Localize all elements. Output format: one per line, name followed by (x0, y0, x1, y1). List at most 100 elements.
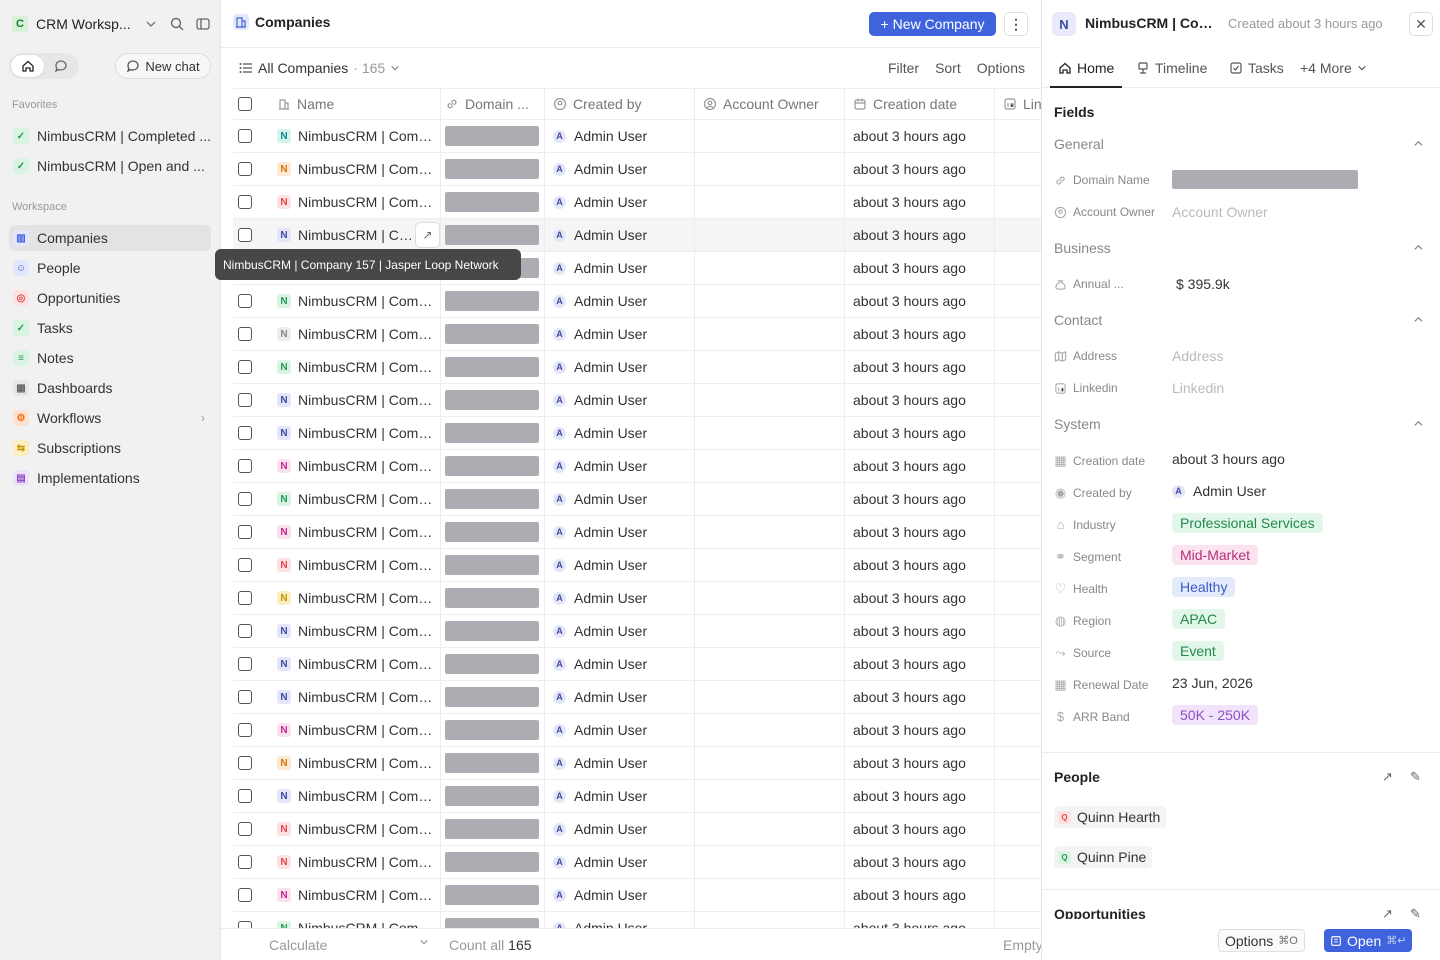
company-name-cell[interactable]: N NimbusCRM | Compan... (269, 780, 441, 812)
account-owner-cell[interactable] (695, 450, 845, 482)
row-checkbox[interactable] (238, 624, 252, 638)
group-general[interactable]: General (1054, 136, 1104, 152)
row-checkbox[interactable] (238, 327, 252, 341)
domain-cell[interactable] (441, 417, 545, 449)
column-header-linkedin[interactable]: Lin (995, 89, 1041, 119)
company-name-cell[interactable]: N NimbusCRM | Compan... (269, 549, 441, 581)
company-name-cell[interactable]: N NimbusCRM | Compan... (269, 153, 441, 185)
group-business[interactable]: Business (1054, 240, 1111, 256)
creation-date-cell[interactable]: about 3 hours ago (845, 780, 995, 812)
created-by-cell[interactable]: A Admin User (545, 681, 695, 713)
domain-cell[interactable] (441, 483, 545, 515)
account-owner-cell[interactable] (695, 549, 845, 581)
company-name-cell[interactable]: N NimbusCRM | Compan... (269, 186, 441, 218)
domain-cell[interactable] (441, 219, 545, 251)
table-row[interactable]: N NimbusCRM | Compan... A Admin User about 3… (233, 813, 1041, 846)
creation-date-cell[interactable]: about 3 hours ago (845, 120, 995, 152)
row-checkbox[interactable] (238, 294, 252, 308)
creation-date-cell[interactable]: about 3 hours ago (845, 252, 995, 284)
row-checkbox[interactable] (238, 690, 252, 704)
row-checkbox[interactable] (238, 789, 252, 803)
linkedin-cell[interactable] (995, 450, 1041, 482)
chat-bubble-icon[interactable] (44, 55, 77, 77)
created-by-cell[interactable]: A Admin User (545, 153, 695, 185)
creation-date-cell[interactable]: about 3 hours ago (845, 747, 995, 779)
company-name-cell[interactable]: N NimbusCRM | Compan... (269, 912, 441, 928)
created-by-cell[interactable]: A Admin User (545, 351, 695, 383)
creation-date-cell[interactable]: about 3 hours ago (845, 582, 995, 614)
company-name-cell[interactable]: N NimbusCRM | Compan... (269, 120, 441, 152)
created-by-cell[interactable]: A Admin User (545, 252, 695, 284)
domain-cell[interactable] (441, 714, 545, 746)
domain-cell[interactable] (441, 516, 545, 548)
calculate-dropdown[interactable]: Calculate (269, 937, 327, 953)
more-options-icon[interactable]: ⋮ (1004, 12, 1028, 36)
account-owner-cell[interactable] (695, 186, 845, 218)
linkedin-cell[interactable] (995, 681, 1041, 713)
created-by-cell[interactable]: A Admin User (545, 318, 695, 350)
created-by-cell[interactable]: A Admin User (545, 219, 695, 251)
segment-value[interactable]: Mid-Market (1172, 545, 1259, 565)
company-name-cell[interactable]: N NimbusCRM | Compan... (269, 483, 441, 515)
table-row[interactable]: N NimbusCRM | Compan... A Admin User about 3… (233, 747, 1041, 780)
close-icon[interactable]: ✕ (1409, 12, 1433, 36)
creation-date-cell[interactable]: about 3 hours ago (845, 516, 995, 548)
chevron-down-icon[interactable] (419, 937, 429, 947)
sidebar-item-notes[interactable]: ≡ Notes (9, 345, 211, 371)
table-row[interactable]: N NimbusCRM | Compan... A Admin User about 3… (233, 450, 1041, 483)
column-header-account-owner[interactable]: Account Owner (695, 89, 845, 119)
domain-value[interactable] (1172, 170, 1358, 189)
creation-date-cell[interactable]: about 3 hours ago (845, 153, 995, 185)
company-name-cell[interactable]: N NimbusCRM | Compan... (269, 747, 441, 779)
sidebar-item-tasks[interactable]: ✓ Tasks (9, 315, 211, 341)
empty-aggregate[interactable]: Empty (1003, 937, 1043, 953)
company-name-cell[interactable]: N NimbusCRM | Compan... (269, 681, 441, 713)
options-button[interactable]: Options (977, 60, 1025, 76)
created-by-cell[interactable]: A Admin User (545, 549, 695, 581)
tab-home[interactable]: Home (1058, 60, 1114, 76)
created-by-cell[interactable]: A Admin User (545, 120, 695, 152)
chevron-right-icon[interactable]: › (201, 411, 205, 425)
domain-cell[interactable] (441, 582, 545, 614)
account-owner-cell[interactable] (695, 285, 845, 317)
linkedin-cell[interactable] (995, 351, 1041, 383)
table-row[interactable]: N NimbusCRM | Compan... A Admin User about 3… (233, 153, 1041, 186)
account-owner-cell[interactable] (695, 417, 845, 449)
row-checkbox[interactable] (238, 888, 252, 902)
table-row[interactable]: N NimbusCRM | Compan... A Admin User about 3… (233, 879, 1041, 912)
favorite-item[interactable]: ✓ NimbusCRM | Open and ... (9, 153, 211, 179)
domain-cell[interactable] (441, 879, 545, 911)
domain-cell[interactable] (441, 120, 545, 152)
table-row[interactable]: N NimbusCRM | Com ↗ A Admin User about 3 hour… (233, 219, 1041, 252)
linkedin-cell[interactable] (995, 120, 1041, 152)
pencil-icon[interactable]: ✎ (1410, 769, 1421, 785)
created-by-cell[interactable]: A Admin User (545, 516, 695, 548)
chevron-down-icon[interactable] (142, 15, 160, 33)
company-name-cell[interactable]: N NimbusCRM | Compan... (269, 285, 441, 317)
account-owner-cell[interactable] (695, 351, 845, 383)
linkedin-cell[interactable] (995, 813, 1041, 845)
created-by-cell[interactable]: A Admin User (545, 780, 695, 812)
column-header-creation-date[interactable]: Creation date (845, 89, 995, 119)
account-owner-cell[interactable] (695, 747, 845, 779)
created-by-cell[interactable]: A Admin User (545, 450, 695, 482)
linkedin-cell[interactable] (995, 747, 1041, 779)
table-row[interactable]: N NimbusCRM | Compan... A Admin User about 3… (233, 714, 1041, 747)
created-by-value[interactable]: A Admin User (1172, 483, 1266, 499)
count-all[interactable]: Count all 165 (449, 937, 532, 953)
sidebar-item-dashboards[interactable]: ▦ Dashboards (9, 375, 211, 401)
domain-cell[interactable] (441, 813, 545, 845)
row-checkbox[interactable] (238, 756, 252, 770)
creation-date-cell[interactable]: about 3 hours ago (845, 450, 995, 482)
record-title[interactable]: NimbusCRM | Com... (1085, 15, 1217, 31)
row-checkbox[interactable] (238, 492, 252, 506)
table-row[interactable]: N NimbusCRM | Compan... A Admin User about 3… (233, 417, 1041, 450)
creation-date-cell[interactable]: about 3 hours ago (845, 912, 995, 928)
creation-date-cell[interactable]: about 3 hours ago (845, 285, 995, 317)
source-value[interactable]: Event (1172, 641, 1224, 661)
chevron-up-icon[interactable] (1413, 314, 1424, 325)
linkedin-cell[interactable] (995, 648, 1041, 680)
row-checkbox[interactable] (238, 855, 252, 869)
domain-cell[interactable] (441, 351, 545, 383)
linkedin-cell[interactable] (995, 153, 1041, 185)
